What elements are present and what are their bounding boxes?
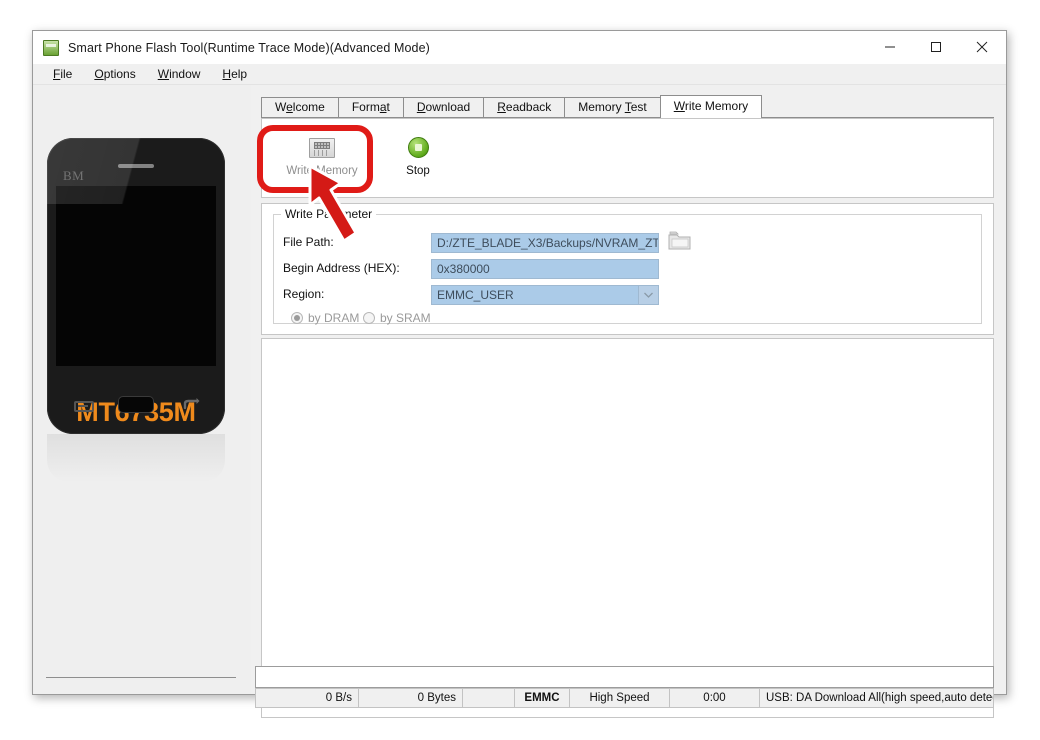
menu-label: elp [231,66,248,81]
begin-address-label: Begin Address (HEX): [283,261,400,275]
region-selected-value: EMMC_USER [437,288,514,302]
tab-label-part: W [275,100,287,114]
tab-label-part: Memory [578,100,625,114]
close-icon[interactable] [959,31,1005,63]
tab-label-part: est [630,100,647,114]
memory-type-radio-group: by DRAM by SRAM [283,311,972,331]
maximize-icon[interactable] [913,31,959,63]
stop-circle-icon [407,137,429,158]
tab-memory-test[interactable]: Memory Test [564,97,661,117]
radio-indicator [363,312,375,324]
radio-by-dram[interactable]: by DRAM [291,311,359,325]
menu-item-file[interactable]: File [42,64,83,85]
tab-readback[interactable]: Readback [483,97,566,117]
folder-browse-icon[interactable] [668,230,692,251]
home-button-icon [119,397,153,412]
application-window: Smart Phone Flash Tool(Runtime Trace Mod… [32,30,1007,718]
tab-label-part: Form [351,100,380,114]
clipped-bottom-text [34,688,1005,694]
menu-button-icon [74,401,94,412]
tab-bar: Welcome Format Download Readback Memory … [261,95,994,118]
window-body: BM MT6735M Welcome Format Download Readb… [33,85,1006,718]
phone-earpiece [118,164,154,168]
radio-by-sram[interactable]: by SRAM [363,311,431,325]
tab-mnemonic: W [673,99,685,113]
menu-label: indow [169,66,201,81]
file-path-row: File Path: D:/ZTE_BLADE_X3/Backups/NVRAM… [283,230,972,253]
menu-mnemonic: O [94,66,104,81]
content-panel: Welcome Format Download Readback Memory … [251,85,1006,718]
window-title: Smart Phone Flash Tool(Runtime Trace Mod… [68,40,430,55]
phone-screen [56,186,216,366]
tab-label-part: ownload [425,100,471,114]
log-output [255,666,994,688]
region-row: Region: EMMC_USER [283,285,972,305]
chevron-down-icon[interactable] [638,286,658,304]
write-parameter-legend: Write Parameter [281,207,377,221]
begin-address-input[interactable]: 0x380000 [431,259,659,279]
toolbar-panel: Write Memory Stop [261,118,994,198]
write-parameter-panel: Write Parameter File Path: D:/ZTE_BLADE_… [261,203,994,335]
tab-download[interactable]: Download [402,97,485,117]
stop-button-label: Stop [406,165,430,177]
radio-by-sram-label: by SRAM [380,311,431,325]
menu-item-window[interactable]: Window [147,64,212,85]
menu-mnemonic: W [157,66,170,81]
work-area [261,338,994,718]
device-preview-panel: BM MT6735M [33,85,251,694]
minimize-icon[interactable] [867,31,913,63]
tab-label-part: eadback [505,100,552,114]
tab-label-part: lcome [292,100,325,114]
phone-shadow-reflection [47,434,225,482]
tab-write-memory[interactable]: Write Memory [659,95,763,118]
file-path-input[interactable]: D:/ZTE_BLADE_X3/Backups/NVRAM_ZTE_X3 [431,233,659,253]
memory-chip-icon [309,137,335,158]
menu-label: ptions [103,66,136,81]
begin-address-row: Begin Address (HEX): 0x380000 [283,259,972,279]
watermark-text: BM [63,168,85,183]
write-parameter-fieldset: Write Parameter File Path: D:/ZTE_BLADE_… [273,207,982,325]
panel-divider [46,677,236,678]
write-memory-button-label: Write Memory [286,164,358,177]
tab-label-part: t [386,100,390,114]
tab-label-part: rite Memory [684,99,749,113]
radio-by-dram-label: by DRAM [308,311,360,325]
back-button-icon [181,397,201,412]
title-bar: Smart Phone Flash Tool(Runtime Trace Mod… [33,31,1006,64]
flash-tool-icon [43,39,59,56]
write-memory-button[interactable]: Write Memory [276,126,368,188]
file-path-label: File Path: [283,235,334,249]
menu-item-options[interactable]: Options [83,64,146,85]
tab-mnemonic: D [416,100,426,114]
tab-mnemonic: a [379,100,387,114]
menu-item-help[interactable]: Help [211,64,258,85]
tab-welcome[interactable]: Welcome [261,97,339,117]
menu-label: ile [60,66,73,81]
radio-indicator [291,312,303,324]
region-label: Region: [283,287,325,301]
tab-format[interactable]: Format [337,97,404,117]
menu-bar: File Options Window Help [33,64,1006,85]
region-select[interactable]: EMMC_USER [431,285,659,305]
tab-mnemonic: R [497,100,506,114]
phone-illustration: BM MT6735M [47,138,225,434]
tab-mnemonic: e [286,100,293,114]
menu-mnemonic: H [222,66,232,81]
stop-button[interactable]: Stop [372,126,464,188]
